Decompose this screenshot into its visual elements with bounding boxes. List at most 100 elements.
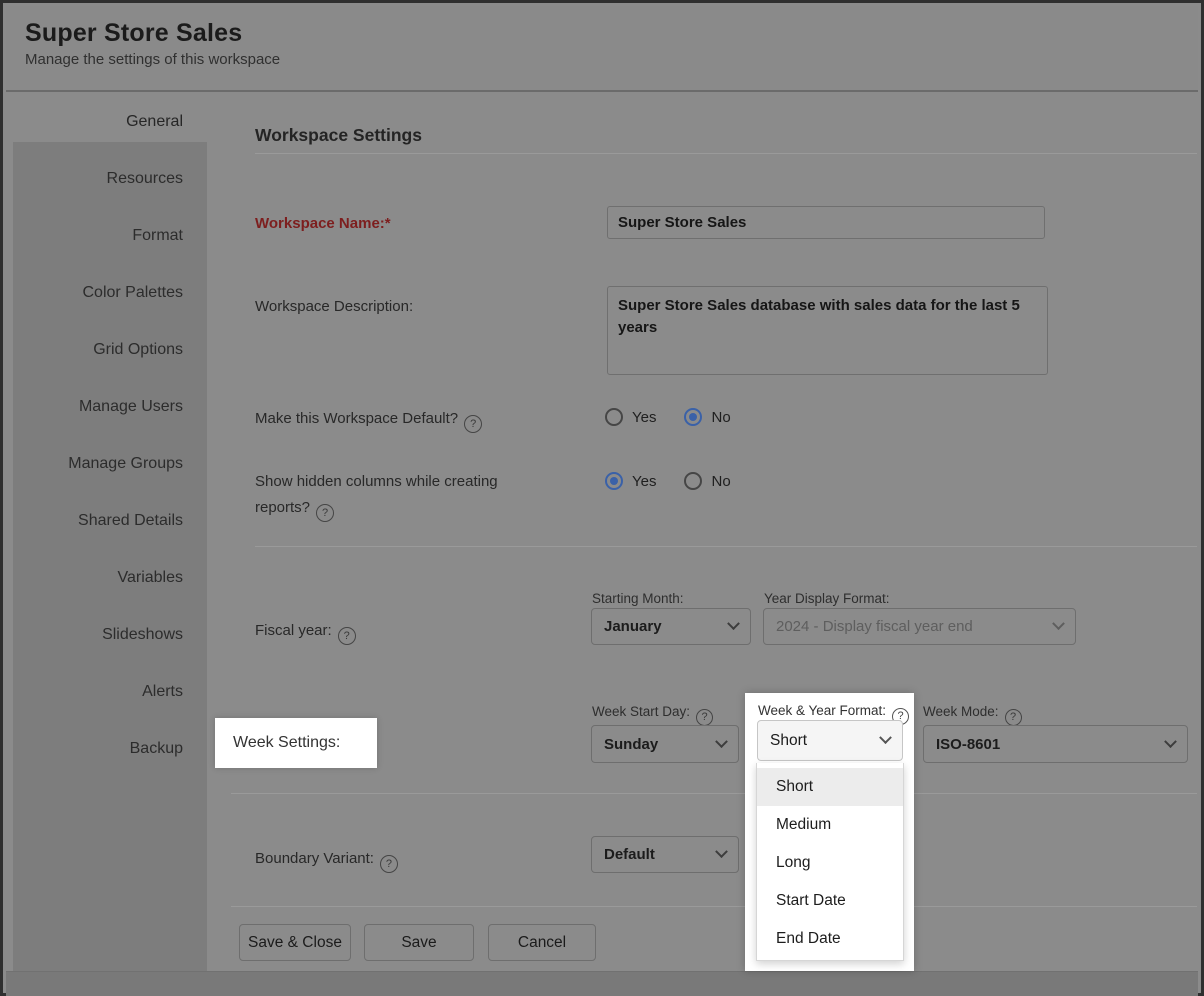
workspace-name-input[interactable] bbox=[607, 206, 1045, 239]
week-year-format-select[interactable]: Short bbox=[757, 720, 903, 761]
hidden-columns-radio-yes[interactable]: Yes bbox=[605, 472, 656, 490]
sidebar-item-color-palettes[interactable]: Color Palettes bbox=[6, 264, 207, 321]
boundary-variant-select[interactable]: Default bbox=[591, 836, 739, 873]
default-workspace-label-text: Make this Workspace Default? bbox=[255, 410, 458, 427]
workspace-description-label: Workspace Description: bbox=[255, 298, 413, 315]
sidebar-item-label: Slideshows bbox=[102, 626, 183, 644]
hidden-columns-label-line1: Show hidden columns while creating bbox=[255, 473, 498, 490]
page-title: Super Store Sales bbox=[25, 19, 1198, 48]
save-close-button[interactable]: Save & Close bbox=[239, 924, 351, 961]
question-mark-icon[interactable]: ? bbox=[338, 627, 356, 645]
week-start-day-select[interactable]: Sunday bbox=[591, 725, 739, 763]
sidebar-item-manage-groups[interactable]: Manage Groups bbox=[6, 435, 207, 492]
starting-month-value: January bbox=[604, 618, 721, 635]
year-display-format-label: Year Display Format: bbox=[764, 591, 890, 606]
radio-selected-icon[interactable] bbox=[684, 408, 702, 426]
week-start-day-label-text: Week Start Day: bbox=[592, 704, 690, 719]
section-divider bbox=[231, 793, 1197, 794]
sidebar-item-label: Manage Users bbox=[79, 398, 183, 416]
question-mark-icon[interactable]: ? bbox=[464, 415, 482, 433]
option-short[interactable]: Short bbox=[757, 768, 903, 806]
starting-month-select[interactable]: January bbox=[591, 608, 751, 645]
dialog-bottom-strip bbox=[6, 971, 1198, 996]
starting-month-label: Starting Month: bbox=[592, 591, 684, 606]
radio-label: No bbox=[711, 409, 730, 426]
sidebar-item-label: Resources bbox=[107, 170, 183, 188]
option-medium[interactable]: Medium bbox=[757, 806, 903, 844]
default-workspace-radio-no[interactable]: No bbox=[684, 408, 730, 426]
sidebar-item-resources[interactable]: Resources bbox=[6, 150, 207, 207]
sidebar-item-alerts[interactable]: Alerts bbox=[6, 663, 207, 720]
question-mark-icon[interactable]: ? bbox=[696, 709, 713, 726]
sidebar-item-backup[interactable]: Backup bbox=[6, 720, 207, 777]
fiscal-year-label: Fiscal year:? bbox=[255, 622, 356, 645]
chevron-down-icon bbox=[879, 731, 892, 744]
default-workspace-label: Make this Workspace Default?? bbox=[255, 410, 482, 433]
hidden-columns-radio-group: Yes No bbox=[605, 472, 745, 490]
hidden-columns-radio-no[interactable]: No bbox=[684, 472, 730, 490]
workspace-name-label: Workspace Name:* bbox=[255, 215, 391, 232]
week-year-format-value: Short bbox=[770, 732, 873, 750]
sidebar-item-label: Backup bbox=[130, 740, 183, 758]
sidebar-item-general[interactable]: General bbox=[6, 93, 207, 150]
week-start-day-value: Sunday bbox=[604, 736, 709, 753]
week-year-format-spotlight: Week & Year Format:? Short Short Medium … bbox=[745, 693, 914, 971]
default-workspace-radio-group: Yes No bbox=[605, 408, 745, 426]
sidebar-item-label: General bbox=[126, 113, 183, 131]
question-mark-icon[interactable]: ? bbox=[1005, 709, 1022, 726]
radio-selected-icon[interactable] bbox=[605, 472, 623, 490]
fiscal-year-label-text: Fiscal year: bbox=[255, 622, 332, 639]
sidebar-item-label: Alerts bbox=[142, 683, 183, 701]
sidebar-item-label: Color Palettes bbox=[83, 284, 184, 302]
radio-icon[interactable] bbox=[684, 472, 702, 490]
chevron-down-icon bbox=[715, 735, 728, 748]
sidebar-item-label: Grid Options bbox=[93, 341, 183, 359]
option-end-date[interactable]: End Date bbox=[757, 920, 903, 958]
radio-label: No bbox=[711, 473, 730, 490]
boundary-variant-label: Boundary Variant:? bbox=[255, 850, 398, 873]
week-mode-select[interactable]: ISO-8601 bbox=[923, 725, 1188, 763]
week-mode-value: ISO-8601 bbox=[936, 736, 1158, 753]
week-start-day-label: Week Start Day:? bbox=[592, 704, 713, 726]
hidden-columns-label: Show hidden columns while creating repor… bbox=[255, 469, 498, 522]
sidebar-item-label: Shared Details bbox=[78, 512, 183, 530]
radio-label: Yes bbox=[632, 409, 656, 426]
sidebar-item-format[interactable]: Format bbox=[6, 207, 207, 264]
year-display-format-select: 2024 - Display fiscal year end bbox=[763, 608, 1076, 645]
option-start-date[interactable]: Start Date bbox=[757, 882, 903, 920]
sidebar-item-grid-options[interactable]: Grid Options bbox=[6, 321, 207, 378]
heading-divider bbox=[255, 153, 1197, 154]
workspace-header: Super Store Sales Manage the settings of… bbox=[6, 6, 1198, 92]
section-divider bbox=[255, 546, 1197, 547]
chevron-down-icon bbox=[715, 845, 728, 858]
sidebar-item-label: Manage Groups bbox=[68, 455, 183, 473]
radio-icon[interactable] bbox=[605, 408, 623, 426]
sidebar-item-label: Format bbox=[132, 227, 183, 245]
week-mode-label-text: Week Mode: bbox=[923, 704, 999, 719]
week-year-format-label-text: Week & Year Format: bbox=[758, 703, 886, 718]
default-workspace-radio-yes[interactable]: Yes bbox=[605, 408, 656, 426]
question-mark-icon[interactable]: ? bbox=[380, 855, 398, 873]
page-subtitle: Manage the settings of this workspace bbox=[25, 51, 1198, 68]
week-settings-label: Week Settings: bbox=[233, 734, 340, 752]
week-year-format-options-list: Short Medium Long Start Date End Date bbox=[756, 763, 904, 961]
boundary-variant-value: Default bbox=[604, 846, 709, 863]
sidebar-item-slideshows[interactable]: Slideshows bbox=[6, 606, 207, 663]
save-button[interactable]: Save bbox=[364, 924, 474, 961]
sidebar-item-manage-users[interactable]: Manage Users bbox=[6, 378, 207, 435]
year-display-format-value: 2024 - Display fiscal year end bbox=[776, 618, 1046, 635]
week-settings-spotlight: Week Settings: bbox=[215, 718, 377, 768]
cancel-button[interactable]: Cancel bbox=[488, 924, 596, 961]
radio-label: Yes bbox=[632, 473, 656, 490]
option-long[interactable]: Long bbox=[757, 844, 903, 882]
chevron-down-icon bbox=[1164, 735, 1177, 748]
chevron-down-icon bbox=[1052, 617, 1065, 630]
workspace-description-textarea[interactable]: Super Store Sales database with sales da… bbox=[607, 286, 1048, 375]
question-mark-icon[interactable]: ? bbox=[316, 504, 334, 522]
boundary-variant-label-text: Boundary Variant: bbox=[255, 850, 374, 867]
footer-divider bbox=[231, 906, 1197, 907]
sidebar-item-shared-details[interactable]: Shared Details bbox=[6, 492, 207, 549]
screen-frame: Super Store Sales Manage the settings of… bbox=[0, 0, 1204, 996]
sidebar-item-variables[interactable]: Variables bbox=[6, 549, 207, 606]
sidebar-item-label: Variables bbox=[117, 569, 183, 587]
